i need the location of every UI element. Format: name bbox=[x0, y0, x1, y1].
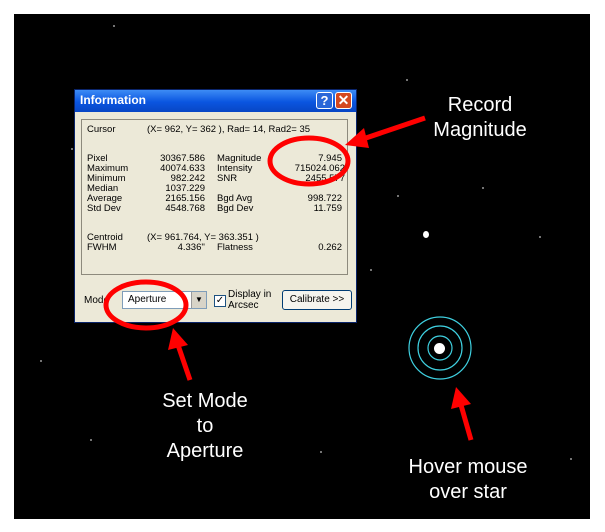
magnitude-highlight-circle bbox=[267, 135, 351, 187]
record-arrow-head bbox=[345, 128, 369, 148]
set-mode-callout: Set Mode to Aperture bbox=[145, 389, 265, 464]
hover-callout-line1: Hover mouse bbox=[408, 456, 528, 478]
mode-arrow-head bbox=[168, 328, 188, 350]
hover-arrow-line bbox=[458, 404, 474, 441]
setmode-callout-line3: Aperture bbox=[166, 440, 244, 462]
record-magnitude-callout: Record Magnitude bbox=[420, 93, 540, 143]
setmode-callout-line2: to bbox=[196, 415, 214, 437]
mode-arrow-line bbox=[175, 344, 193, 381]
record-callout-line2: Magnitude bbox=[433, 119, 527, 141]
hover-callout-line2: over star bbox=[429, 481, 507, 503]
setmode-callout-line1: Set Mode bbox=[162, 390, 248, 412]
record-arrow-line bbox=[359, 115, 426, 143]
hover-mouse-callout: Hover mouse over star bbox=[393, 455, 543, 505]
record-callout-line1: Record bbox=[447, 94, 513, 116]
annotation-overlay bbox=[103, 115, 474, 441]
mode-highlight-circle bbox=[103, 279, 189, 331]
hover-arrow-head bbox=[451, 387, 471, 409]
